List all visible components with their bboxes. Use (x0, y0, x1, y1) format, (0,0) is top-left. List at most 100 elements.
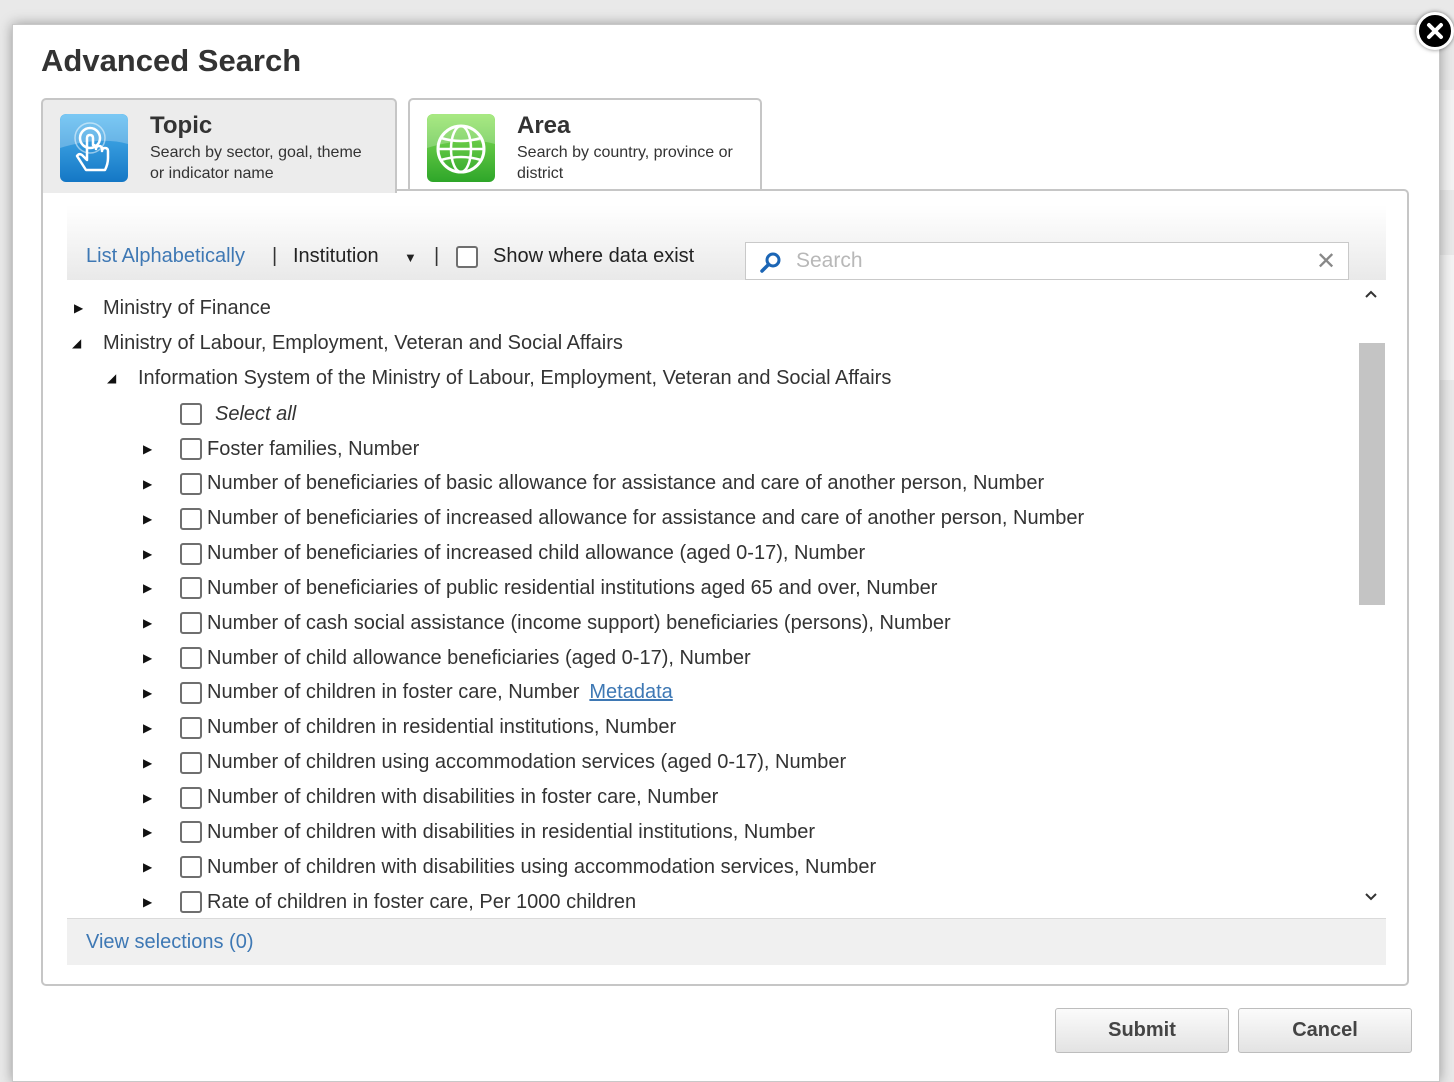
selection-footer: View selections (0) (67, 918, 1386, 965)
touch-hand-icon (60, 114, 128, 182)
indicator-label: Number of beneficiaries of basic allowan… (207, 472, 1045, 495)
tab-area-title: Area (517, 112, 571, 139)
indicator-row[interactable]: Number of beneficiaries of public reside… (180, 573, 937, 603)
expand-arrow-icon[interactable]: ▶ (143, 477, 152, 491)
select-all-checkbox[interactable] (180, 403, 202, 425)
expand-arrow-icon[interactable]: ▶ (143, 442, 152, 456)
filter-toolbar: List Alphabetically | Institution ▼ | Sh… (67, 205, 1386, 280)
expand-arrow-icon[interactable]: ▶ (143, 756, 152, 770)
institution-dropdown[interactable]: Institution (293, 245, 379, 268)
indicator-checkbox[interactable] (180, 507, 202, 530)
tree-node-information-system[interactable]: Information System of the Ministry of La… (138, 363, 891, 393)
indicator-checkbox[interactable] (180, 681, 202, 704)
show-data-exist-label: Show where data exist (493, 245, 695, 267)
expand-arrow-icon[interactable]: ▶ (143, 547, 152, 561)
tab-topic-title: Topic (150, 112, 213, 139)
tree-node-ministry-of-labour[interactable]: Ministry of Labour, Employment, Veteran … (103, 328, 623, 358)
indicator-row[interactable]: Number of children in foster care, Numbe… (180, 678, 673, 708)
caret-down-icon[interactable]: ▼ (404, 250, 417, 265)
indicator-row[interactable]: Number of children with disabilities usi… (180, 852, 876, 882)
search-input[interactable] (794, 248, 1294, 274)
indicator-checkbox[interactable] (180, 647, 202, 670)
expand-arrow-icon[interactable]: ▶ (143, 825, 152, 839)
indicator-checkbox[interactable] (180, 542, 202, 565)
indicator-row[interactable]: Number of children using accommodation s… (180, 748, 846, 778)
collapse-arrow-icon[interactable]: ◢ (72, 336, 81, 350)
cancel-button[interactable]: Cancel (1238, 1008, 1412, 1053)
indicator-label: Number of cash social assistance (income… (207, 611, 951, 634)
expand-arrow-icon[interactable]: ▶ (143, 512, 152, 526)
tab-area[interactable]: Area Search by country, province or dist… (408, 98, 762, 190)
indicator-row[interactable]: Number of children in residential instit… (180, 713, 676, 743)
indicator-checkbox[interactable] (180, 751, 202, 774)
clear-search-icon[interactable]: ✕ (1316, 249, 1336, 275)
indicator-checkbox[interactable] (180, 716, 202, 739)
indicator-checkbox[interactable] (180, 786, 202, 809)
indicator-checkbox[interactable] (180, 472, 202, 495)
toolbar-separator: | (434, 245, 440, 267)
expand-arrow-icon[interactable]: ▶ (143, 791, 152, 805)
tab-area-description: Search by country, province or district (517, 144, 733, 182)
indicator-label: Number of children with disabilities in … (207, 820, 816, 843)
show-data-exist-checkbox[interactable] (456, 246, 478, 268)
search-box: ✕ (745, 242, 1349, 280)
indicator-row[interactable]: Number of cash social assistance (income… (180, 608, 951, 638)
view-selections-link[interactable]: View selections (0) (86, 931, 253, 954)
metadata-link[interactable]: Metadata (589, 681, 672, 704)
indicator-checkbox[interactable] (180, 821, 202, 844)
indicator-label: Number of child allowance beneficiaries … (207, 646, 751, 669)
expand-arrow-icon[interactable]: ▶ (143, 860, 152, 874)
select-all-label: Select all (215, 402, 297, 425)
indicator-row[interactable]: Number of child allowance beneficiaries … (180, 643, 751, 673)
expand-arrow-icon[interactable]: ▶ (143, 616, 152, 630)
indicator-row[interactable]: Number of beneficiaries of increased all… (180, 504, 1084, 534)
tab-topic-description: Search by sector, goal, theme or indicat… (150, 144, 362, 182)
indicator-row[interactable]: Number of children with disabilities in … (180, 817, 815, 847)
indicator-checkbox[interactable] (180, 856, 202, 879)
indicator-label: Number of children in foster care, Numbe… (207, 681, 580, 704)
indicator-checkbox[interactable] (180, 612, 202, 635)
tab-topic[interactable]: Topic Search by sector, goal, theme or i… (41, 98, 397, 193)
tree-node-label: Information System of the Ministry of La… (138, 366, 892, 389)
indicator-row[interactable]: Number of beneficiaries of increased chi… (180, 539, 865, 569)
indicator-checkbox[interactable] (180, 891, 202, 914)
tree-scrollbar[interactable] (1359, 281, 1385, 918)
tree-node-label: Ministry of Labour, Employment, Veteran … (103, 331, 623, 354)
expand-arrow-icon[interactable]: ▶ (143, 895, 152, 909)
scrollbar-thumb[interactable] (1359, 343, 1385, 605)
indicator-checkbox[interactable] (180, 577, 202, 600)
collapse-arrow-icon[interactable]: ◢ (107, 371, 116, 385)
indicator-row[interactable]: Foster families, Number (180, 434, 419, 464)
indicator-label: Number of children in residential instit… (207, 716, 677, 739)
advanced-search-dialog: Advanced Search Topic Search by sector, … (12, 24, 1440, 1082)
submit-button[interactable]: Submit (1055, 1008, 1229, 1053)
expand-arrow-icon[interactable]: ▶ (143, 721, 152, 735)
expand-arrow-icon[interactable]: ▶ (143, 581, 152, 595)
scroll-down-icon[interactable] (1363, 889, 1379, 910)
indicator-label: Number of beneficiaries of increased all… (207, 507, 1085, 530)
globe-icon (427, 114, 495, 182)
close-dialog-button[interactable] (1416, 12, 1454, 50)
indicator-label: Foster families, Number (207, 437, 420, 460)
scroll-up-icon[interactable] (1363, 286, 1379, 307)
expand-arrow-icon[interactable]: ▶ (143, 686, 152, 700)
select-all-row[interactable]: Select all (180, 399, 296, 429)
search-icon (759, 251, 783, 275)
toolbar-separator: | (272, 245, 278, 267)
dialog-title: Advanced Search (41, 43, 302, 78)
indicator-checkbox[interactable] (180, 438, 202, 460)
expand-arrow-icon[interactable]: ▶ (143, 651, 152, 665)
indicator-row[interactable]: Number of children with disabilities in … (180, 783, 718, 813)
tree-node-ministry-of-finance[interactable]: Ministry of Finance (103, 293, 271, 323)
expand-arrow-icon[interactable]: ▶ (74, 301, 83, 315)
indicator-tree: Ministry of Finance ▶ Ministry of Labour… (67, 281, 1357, 918)
indicator-row[interactable]: Rate of children in foster care, Per 100… (180, 887, 636, 917)
indicator-row[interactable]: Number of beneficiaries of basic allowan… (180, 469, 1044, 499)
indicator-label: Number of children with disabilities usi… (207, 855, 877, 878)
list-alphabetically-link[interactable]: List Alphabetically (86, 245, 245, 268)
topic-panel: List Alphabetically | Institution ▼ | Sh… (41, 189, 1409, 986)
indicator-label: Number of children with disabilities in … (207, 786, 719, 808)
indicator-label: Number of children using accommodation s… (207, 751, 847, 774)
close-icon (1427, 23, 1443, 39)
tree-node-label: Ministry of Finance (103, 296, 271, 319)
